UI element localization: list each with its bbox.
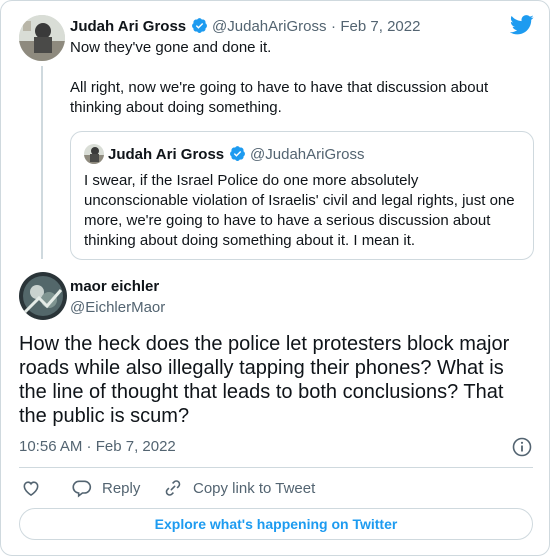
copy-link-button[interactable]: Copy link to Tweet — [163, 478, 315, 498]
main-author-handle[interactable]: @EichlerMaor — [70, 299, 165, 316]
thread-connector-line — [41, 66, 43, 259]
main-author-handle-row: @EichlerMaor — [70, 299, 165, 317]
parent-tweet-text: Now they've gone and done it. All right,… — [70, 38, 540, 118]
parent-author-row: Judah Ari Gross @JudahAriGross · Feb 7, … — [70, 17, 420, 36]
link-icon — [165, 480, 181, 496]
quoted-author-avatar — [84, 144, 104, 164]
quoted-author-name: Judah Ari Gross — [108, 146, 225, 163]
like-button[interactable] — [21, 478, 51, 498]
embedded-tweet-card: Judah Ari Gross @JudahAriGross · Feb 7, … — [0, 0, 550, 556]
reply-icon — [72, 480, 92, 498]
parent-tweet-date[interactable]: Feb 7, 2022 — [340, 18, 420, 35]
copy-link-label: Copy link to Tweet — [193, 479, 316, 497]
explore-label: Explore what's happening on Twitter — [154, 516, 398, 532]
parent-author-name[interactable]: Judah Ari Gross — [70, 18, 186, 35]
quoted-author-row: Judah Ari Gross @JudahAriGross — [108, 145, 364, 164]
main-author-avatar[interactable] — [19, 272, 67, 320]
reply-label: Reply — [102, 479, 141, 497]
quoted-tweet[interactable]: Judah Ari Gross @JudahAriGross I swear, … — [70, 131, 534, 260]
verified-badge-icon — [229, 145, 246, 162]
main-author-name[interactable]: maor eichler — [70, 278, 159, 295]
date-separator: · — [330, 18, 336, 35]
explore-twitter-button[interactable]: Explore what's happening on Twitter — [19, 508, 533, 540]
main-tweet-text: How the heck does the police let protest… — [19, 333, 510, 427]
verified-badge-icon — [191, 17, 208, 34]
parent-tweet-line: Now they've gone and done it. — [70, 39, 272, 56]
quoted-tweet-text: I swear, if the Israel Police do one mor… — [84, 172, 515, 249]
parent-tweet-line: All right, now we're going to have to ha… — [70, 79, 489, 116]
divider — [19, 467, 533, 468]
parent-author-avatar[interactable] — [19, 15, 65, 61]
main-author-name-row: maor eichler — [70, 278, 159, 296]
reply-button[interactable]: Reply — [72, 478, 140, 498]
heart-icon — [23, 481, 39, 497]
parent-author-handle[interactable]: @JudahAriGross — [212, 18, 326, 35]
quoted-author-handle: @JudahAriGross — [250, 146, 365, 163]
info-icon[interactable] — [512, 437, 532, 457]
twitter-bird-icon[interactable] — [510, 15, 534, 35]
main-tweet-timestamp[interactable]: 10:56 AM · Feb 7, 2022 — [19, 438, 176, 455]
